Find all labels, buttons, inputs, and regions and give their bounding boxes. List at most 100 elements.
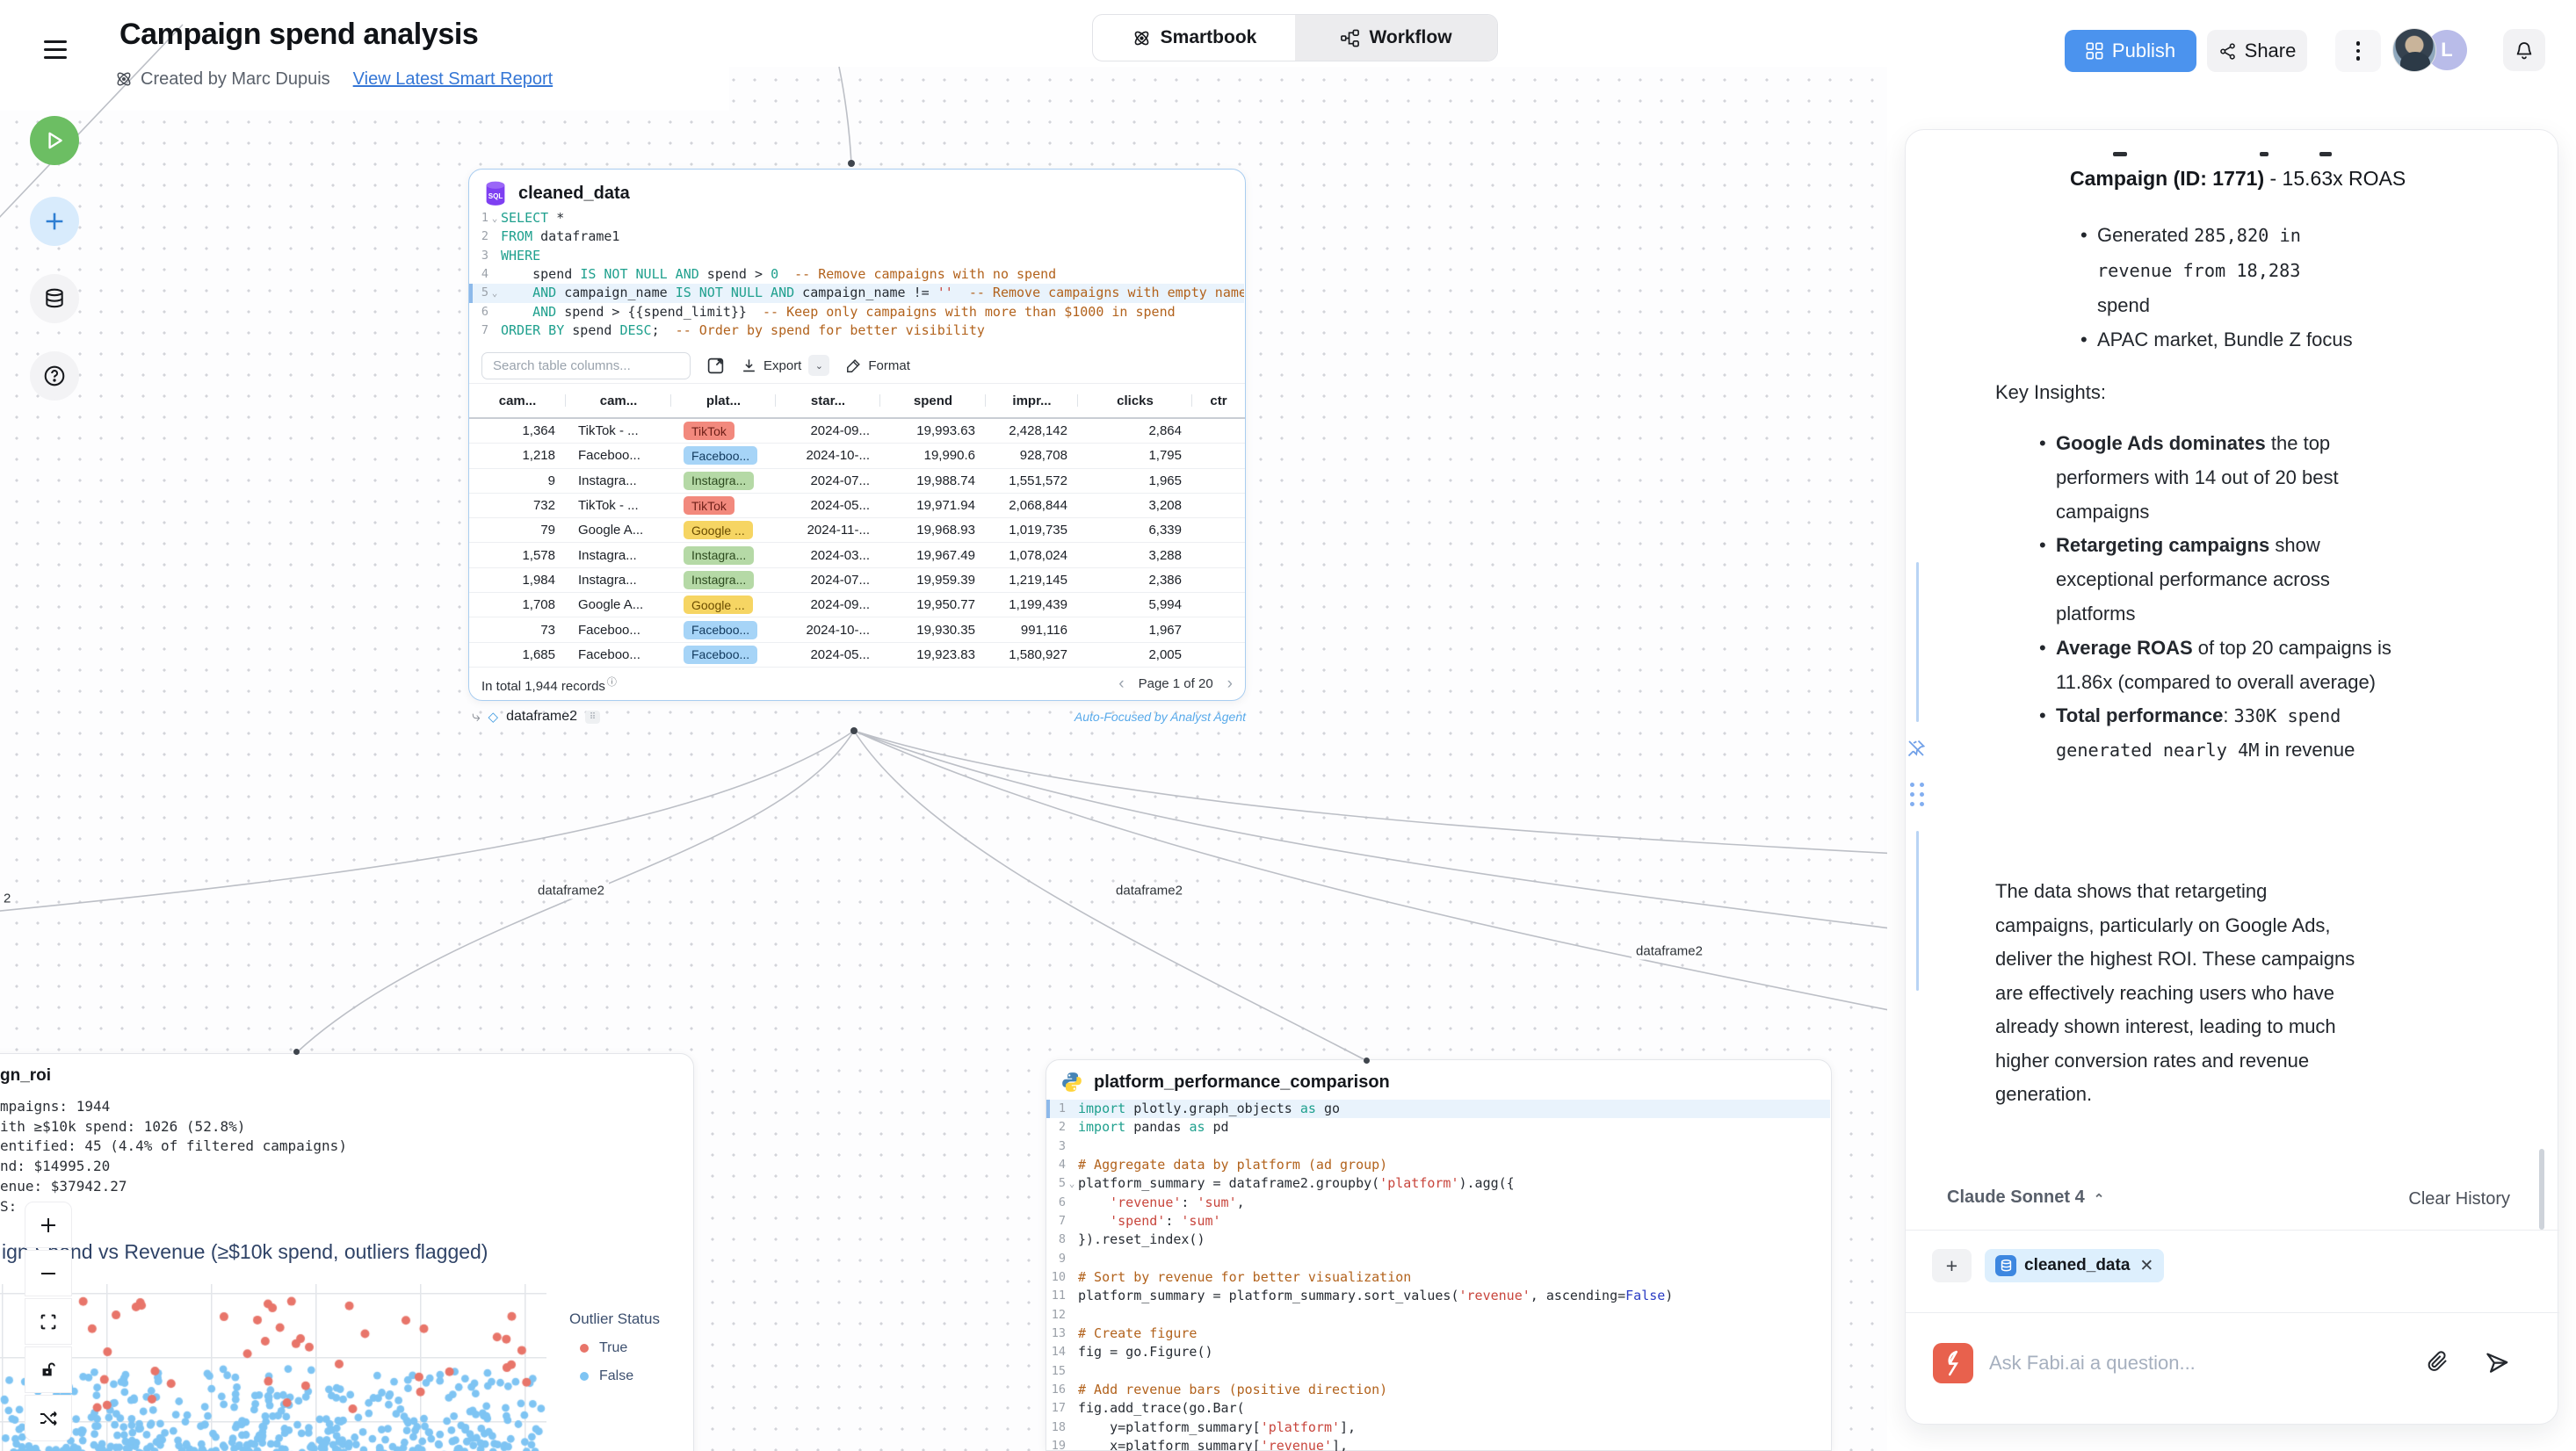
chat-input[interactable] [1989, 1346, 2411, 1381]
search-input[interactable] [481, 352, 691, 379]
panel-drag-handle[interactable] [1910, 783, 1924, 806]
legend-item-true: True [580, 1340, 660, 1356]
lock-icon[interactable] [25, 1346, 72, 1393]
table-row[interactable]: 73Faceboo...Faceboo...2024-10-...19,930.… [469, 617, 1245, 642]
column-header[interactable]: spend [880, 384, 986, 417]
code-line[interactable]: 4# Aggregate data by platform (ad group) [1046, 1156, 1830, 1174]
drag-grip-icon[interactable]: ⠿ [585, 711, 600, 724]
expand-table-icon[interactable] [706, 357, 725, 375]
atom-icon [1132, 28, 1152, 48]
column-header[interactable]: cam... [566, 384, 671, 417]
code-line[interactable]: 3 [1046, 1137, 1830, 1156]
table-row[interactable]: 1,984Instagra...Instagra...2024-07...19,… [469, 568, 1245, 593]
code-line[interactable]: 13# Create figure [1046, 1325, 1830, 1343]
code-line[interactable]: 14fig = go.Figure() [1046, 1343, 1830, 1361]
view-latest-smart-report-link[interactable]: View Latest Smart Report [353, 69, 554, 90]
code-line[interactable]: 1import plotly.graph_objects as go [1046, 1100, 1830, 1118]
code-line[interactable]: 6 AND spend > {{spend_limit}} -- Keep on… [469, 303, 1244, 321]
zoom-out-icon[interactable] [25, 1250, 72, 1296]
context-chip-cleaned-data[interactable]: cleaned_data ✕ [1985, 1249, 2164, 1282]
column-header[interactable]: impr... [986, 384, 1078, 417]
code-line[interactable]: 15 [1046, 1362, 1830, 1381]
menu-icon[interactable] [44, 40, 67, 60]
help-button[interactable] [30, 351, 79, 401]
code-line[interactable]: 12 [1046, 1306, 1830, 1325]
data-table[interactable]: cam...cam...plat...star...spendimpr...cl… [469, 383, 1245, 668]
table-row[interactable]: 79Google A...Google ...2024-11-...19,968… [469, 518, 1245, 543]
column-header[interactable]: star... [776, 384, 880, 417]
table-cell: 2,864 [1078, 419, 1192, 443]
code-line[interactable]: 2import pandas as pd [1046, 1118, 1830, 1137]
table-row[interactable]: 1,218Faceboo...Faceboo...2024-10-...19,9… [469, 444, 1245, 468]
code-line[interactable]: 11platform_summary = platform_summary.so… [1046, 1287, 1830, 1305]
code-line[interactable]: 1⌄SELECT * [469, 209, 1244, 227]
python-editor[interactable]: 1import plotly.graph_objects as go2impor… [1046, 1100, 1830, 1451]
column-header[interactable]: clicks [1078, 384, 1192, 417]
output-dataframe-chip[interactable]: ⤷ ◇ dataframe2 ⠿ [472, 708, 600, 726]
page-title: Campaign spend analysis [119, 18, 478, 52]
info-icon[interactable]: ⓘ [607, 677, 617, 688]
publish-button[interactable]: Publish [2065, 30, 2196, 72]
legend-dot [580, 1372, 589, 1381]
remove-context-icon[interactable]: ✕ [2139, 1256, 2153, 1276]
code-line[interactable]: 19 x=platform_summary['revenue'], [1046, 1437, 1830, 1451]
code-line[interactable]: 9 [1046, 1250, 1830, 1268]
column-header[interactable]: plat... [671, 384, 776, 417]
clear-history-button[interactable]: Clear History [2408, 1189, 2510, 1209]
table-cell: 6,339 [1078, 518, 1192, 542]
chart-legend[interactable]: Outlier Status True False [569, 1310, 660, 1397]
code-line[interactable]: 2FROM dataframe1 [469, 227, 1244, 246]
code-line[interactable]: 8}).reset_index() [1046, 1231, 1830, 1249]
platform-pill: TikTok [684, 496, 734, 515]
next-page-icon[interactable]: › [1227, 675, 1233, 694]
code-line[interactable]: 18 y=platform_summary['platform'], [1046, 1419, 1830, 1437]
send-message-icon[interactable] [2484, 1349, 2510, 1375]
sql-editor[interactable]: 1⌄SELECT *2FROM dataframe13WHERE4 spend … [469, 209, 1244, 346]
table-row[interactable]: 732TikTok - ...TikTok2024-05...19,971.94… [469, 494, 1245, 518]
code-line[interactable]: 6 'revenue': 'sum', [1046, 1194, 1830, 1212]
code-line[interactable]: 5⌄platform_summary = dataframe2.groupby(… [1046, 1174, 1830, 1193]
shuffle-layout-icon[interactable] [25, 1395, 72, 1441]
panel-divider-line[interactable] [1916, 562, 1919, 722]
table-row[interactable]: 1,685Faceboo...Faceboo...2024-05...19,92… [469, 643, 1245, 668]
table-footer: In total 1,944 recordsⓘ ‹ Page 1 of 20 › [469, 668, 1245, 700]
node-anchor-dot [293, 1049, 300, 1055]
tab-workflow[interactable]: Workflow [1295, 15, 1497, 61]
zoom-in-icon[interactable] [25, 1202, 72, 1248]
data-sources-button[interactable] [30, 274, 79, 323]
add-node-button[interactable] [30, 197, 79, 246]
format-button[interactable]: Format [845, 357, 910, 374]
add-context-button[interactable]: + [1932, 1249, 1972, 1282]
run-workflow-button[interactable] [30, 116, 79, 165]
code-line[interactable]: 4 spend IS NOT NULL AND spend > 0 -- Rem… [469, 265, 1244, 284]
code-line[interactable]: 3WHERE [469, 247, 1244, 265]
panel-divider-line[interactable] [1916, 831, 1919, 991]
code-line[interactable]: 7 'spend': 'sum' [1046, 1212, 1830, 1231]
prev-page-icon[interactable]: ‹ [1118, 675, 1124, 694]
export-options-chevron-icon[interactable]: ⌄ [808, 355, 829, 376]
table-cell: 928,708 [986, 444, 1078, 467]
avatar[interactable] [2392, 28, 2436, 72]
clipped-text-remnant [2113, 152, 2127, 156]
fit-view-icon[interactable] [25, 1298, 72, 1345]
table-row[interactable]: 1,708Google A...Google ...2024-09...19,9… [469, 593, 1245, 617]
code-line[interactable]: 10# Sort by revenue for better visualiza… [1046, 1268, 1830, 1287]
table-row[interactable]: 1,364TikTok - ...TikTok2024-09...19,993.… [469, 419, 1245, 444]
code-line[interactable]: 17fig.add_trace(go.Bar( [1046, 1399, 1830, 1418]
unpin-panel-icon[interactable] [1906, 738, 1927, 759]
table-row[interactable]: 9Instagra...Instagra...2024-07...19,988.… [469, 469, 1245, 494]
tab-smartbook[interactable]: Smartbook [1093, 15, 1295, 61]
column-header[interactable]: ctr [1192, 384, 1245, 417]
chat-scrollbar[interactable] [2539, 1149, 2544, 1230]
attach-file-icon[interactable] [2426, 1349, 2449, 1373]
more-options-icon[interactable] [2335, 30, 2381, 72]
code-line[interactable]: 16# Add revenue bars (positive direction… [1046, 1381, 1830, 1399]
table-row[interactable]: 1,578Instagra...Instagra...2024-03...19,… [469, 543, 1245, 567]
code-line[interactable]: 5⌄ AND campaign_name IS NOT NULL AND cam… [469, 284, 1244, 302]
column-header[interactable]: cam... [469, 384, 566, 417]
model-selector[interactable]: Claude Sonnet 4⌃ [1947, 1188, 2104, 1208]
share-button[interactable]: Share [2207, 30, 2307, 72]
code-line[interactable]: 7ORDER BY spend DESC; -- Order by spend … [469, 321, 1244, 340]
notifications-bell-icon[interactable] [2503, 29, 2545, 71]
export-button[interactable]: Export [741, 357, 801, 374]
